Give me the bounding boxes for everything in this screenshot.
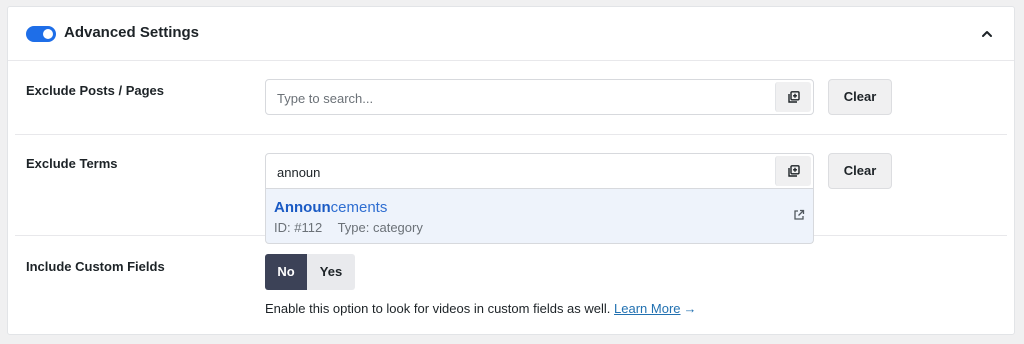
advanced-settings-panel: Advanced Settings Exclude Posts / Pages … — [7, 6, 1015, 335]
suggestion-name-rest: cements — [330, 199, 388, 216]
custom-fields-help: Enable this option to look for videos in… — [265, 301, 697, 316]
suggestion-name-match: Announ — [274, 199, 331, 216]
chevron-up-icon[interactable] — [980, 27, 994, 41]
exclude-terms-input[interactable] — [277, 163, 757, 181]
exclude-terms-clear-button[interactable]: Clear — [828, 153, 892, 189]
arrow-right-icon[interactable]: → — [684, 301, 697, 316]
select-items-icon — [788, 165, 800, 177]
exclude-terms-label: Exclude Terms — [26, 156, 118, 171]
suggestion-meta: ID: #112 Type: category — [274, 220, 435, 235]
select-items-icon — [788, 91, 800, 103]
option-yes-button[interactable]: Yes — [307, 254, 355, 290]
custom-fields-segmented-control: No Yes — [265, 254, 355, 290]
suggestion-id: ID: #112 — [274, 220, 323, 235]
exclude-terms-picker-button[interactable] — [775, 156, 811, 186]
panel-title: Advanced Settings — [64, 24, 200, 41]
external-link-icon[interactable] — [793, 209, 805, 221]
advanced-settings-toggle[interactable] — [26, 26, 56, 42]
custom-fields-label: Include Custom Fields — [26, 259, 165, 274]
exclude-posts-clear-button[interactable]: Clear — [828, 79, 892, 115]
suggestion-type: Type: category — [337, 220, 423, 235]
term-suggestion-item[interactable]: Announcements ID: #112 Type: category — [265, 189, 814, 244]
option-no-button[interactable]: No — [265, 254, 307, 290]
exclude-posts-input[interactable] — [277, 89, 757, 107]
help-text: Enable this option to look for videos in… — [265, 301, 611, 316]
exclude-posts-picker-button[interactable] — [775, 82, 811, 112]
suggestion-name[interactable]: Announcements — [274, 199, 387, 216]
exclude-posts-search[interactable] — [265, 79, 814, 115]
toggle-knob — [43, 29, 53, 39]
panel-header[interactable]: Advanced Settings — [8, 7, 1014, 61]
learn-more-link[interactable]: Learn More — [614, 301, 680, 316]
row-divider — [15, 134, 1007, 135]
exclude-posts-label: Exclude Posts / Pages — [26, 83, 165, 98]
exclude-terms-search[interactable] — [265, 153, 814, 189]
